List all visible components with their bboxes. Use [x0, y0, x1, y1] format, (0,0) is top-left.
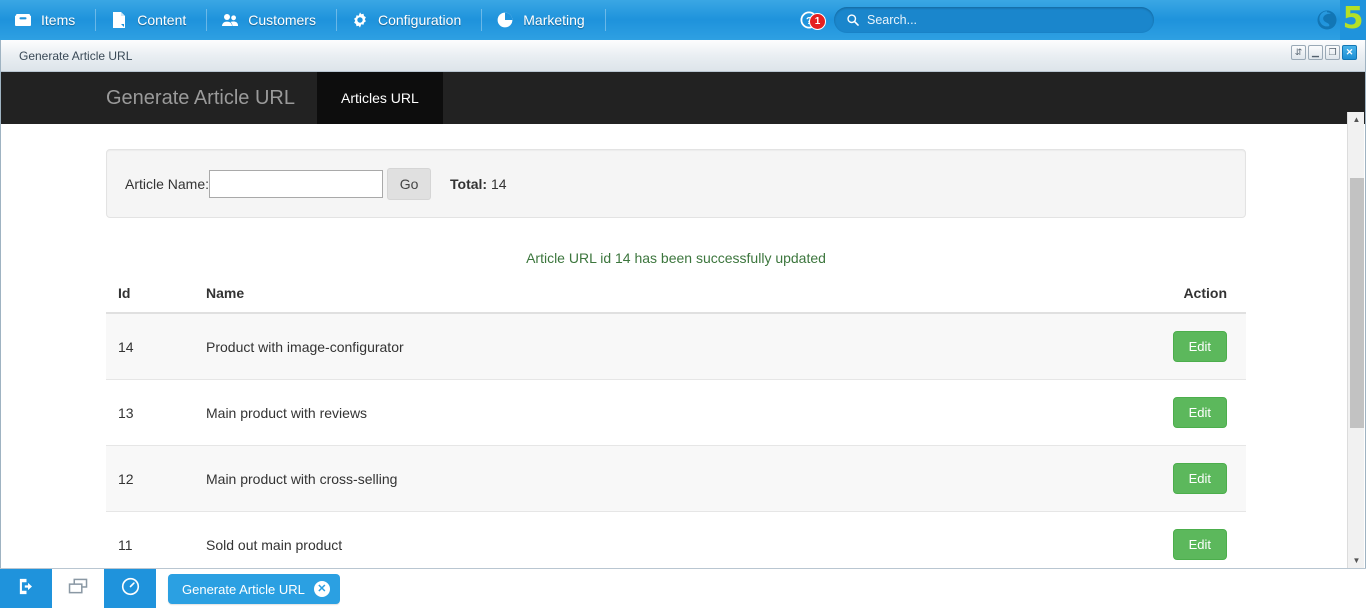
vertical-scrollbar[interactable]: ▲ ▼	[1347, 112, 1364, 568]
cell-id: 14	[106, 313, 206, 380]
cell-id: 12	[106, 445, 206, 512]
taskbar: Generate Article URL ✕	[0, 568, 1366, 608]
scroll-up-arrow[interactable]: ▲	[1348, 112, 1365, 127]
cell-action: Edit	[985, 445, 1246, 512]
logout-icon	[17, 577, 36, 601]
table-row: 13 Main product with reviews Edit	[106, 379, 1246, 446]
window-title: Generate Article URL	[19, 48, 133, 63]
logout-button[interactable]	[0, 569, 52, 608]
flash-message: Article URL id 14 has been successfully …	[526, 250, 826, 266]
filter-panel: Article Name: Go Total: 14	[106, 149, 1246, 218]
help-button[interactable]: ? 1	[786, 11, 826, 30]
article-name-input[interactable]	[209, 169, 384, 198]
scrollbar-thumb[interactable]	[1350, 178, 1364, 428]
edit-button[interactable]: Edit	[1172, 529, 1227, 560]
performance-button[interactable]	[104, 569, 156, 608]
close-button[interactable]: ✕	[1342, 45, 1357, 60]
app-navbar: Generate Article URL Articles URL	[1, 72, 1365, 124]
menu-item-configuration[interactable]: Configuration	[337, 0, 481, 40]
cell-action: Edit	[985, 313, 1246, 380]
cell-id: 13	[106, 379, 206, 446]
page-body: Article Name: Go Total: 14 Article URL i…	[1, 124, 1365, 568]
table-row: 14 Product with image-configurator Edit	[106, 313, 1246, 380]
minimize-button[interactable]: ▁	[1308, 45, 1323, 60]
cell-name: Main product with reviews	[206, 379, 986, 446]
brand-version-logo: 5	[1340, 0, 1366, 41]
inbox-icon	[14, 11, 32, 29]
brand-area: 5	[1314, 0, 1366, 41]
menu-item-marketing[interactable]: Marketing	[482, 0, 604, 40]
window-titlebar: Generate Article URL ⇵ ▁ ❐ ✕	[1, 40, 1365, 72]
cell-name: Main product with cross-selling	[206, 445, 986, 512]
articles-table: Id Name Action 14 Product with image-con…	[106, 285, 1246, 568]
windows-icon	[68, 578, 89, 600]
menu-item-customers[interactable]: Customers	[207, 0, 336, 40]
windows-button[interactable]	[52, 569, 104, 608]
page-content: Article Name: Go Total: 14 Article URL i…	[1, 149, 1351, 568]
column-header-action: Action	[985, 285, 1246, 314]
main-menu-bar: Items Content Customers Configuration Ma…	[0, 0, 1366, 41]
search-box[interactable]	[834, 7, 1154, 33]
pie-chart-icon	[496, 11, 514, 29]
menu-item-content[interactable]: Content	[96, 0, 206, 40]
table-row: 12 Main product with cross-selling Edit	[106, 445, 1246, 512]
menu-item-customers-label: Customers	[248, 12, 316, 28]
article-name-label: Article Name:	[125, 175, 210, 192]
table-head: Id Name Action	[106, 285, 1246, 314]
cell-name: Product with image-configurator	[206, 313, 986, 380]
edit-button[interactable]: Edit	[1172, 331, 1227, 362]
refresh-button[interactable]: ⇵	[1291, 45, 1306, 60]
users-icon	[221, 11, 239, 29]
tab-articles-url[interactable]: Articles URL	[316, 72, 443, 124]
taskbar-item-close-icon[interactable]: ✕	[313, 581, 330, 597]
app-title: Generate Article URL	[106, 86, 295, 109]
table-body: 14 Product with image-configurator Edit …	[106, 313, 1246, 568]
window-controls: ⇵ ▁ ❐ ✕	[1291, 45, 1357, 60]
cell-id: 11	[106, 511, 206, 568]
search-icon	[846, 13, 860, 27]
go-button[interactable]: Go	[387, 167, 432, 200]
cell-action: Edit	[985, 511, 1246, 568]
edit-button[interactable]: Edit	[1172, 397, 1227, 428]
document-icon	[110, 11, 128, 29]
topbar-right-group: ? 1 5	[786, 0, 1366, 41]
cell-action: Edit	[985, 379, 1246, 446]
taskbar-empty-area	[339, 569, 1366, 608]
menu-item-items-label: Items	[41, 12, 76, 28]
total-label: Total:	[450, 175, 488, 192]
total-value: 14	[491, 175, 507, 192]
cell-name: Sold out main product	[206, 511, 986, 568]
application-window: Generate Article URL ⇵ ▁ ❐ ✕ Generate Ar…	[0, 40, 1366, 568]
gear-icon	[351, 11, 369, 29]
app-navbar-filler	[442, 72, 1365, 124]
articles-table-wrapper: Id Name Action 14 Product with image-con…	[106, 285, 1246, 568]
shopware-swirl-icon	[1314, 0, 1340, 40]
table-header-row: Id Name Action	[106, 285, 1246, 314]
column-header-id: Id	[106, 285, 206, 314]
menu-item-configuration-label: Configuration	[377, 12, 462, 28]
menu-divider	[604, 9, 606, 31]
performance-icon	[121, 577, 140, 601]
taskbar-item-label: Generate Article URL	[182, 581, 305, 597]
menu-item-marketing-label: Marketing	[523, 12, 585, 28]
menu-item-items[interactable]: Items	[0, 0, 95, 40]
scroll-down-arrow[interactable]: ▼	[1348, 553, 1365, 568]
table-row: 11 Sold out main product Edit	[106, 511, 1246, 568]
menu-item-content-label: Content	[137, 12, 187, 28]
edit-button[interactable]: Edit	[1172, 463, 1227, 494]
search-input[interactable]	[867, 13, 1142, 27]
total-count: Total: 14	[450, 176, 507, 192]
restore-button[interactable]: ❐	[1325, 45, 1340, 60]
column-header-name: Name	[206, 285, 986, 314]
notification-badge: 1	[809, 13, 826, 30]
taskbar-item-generate-article-url[interactable]: Generate Article URL ✕	[168, 574, 340, 604]
